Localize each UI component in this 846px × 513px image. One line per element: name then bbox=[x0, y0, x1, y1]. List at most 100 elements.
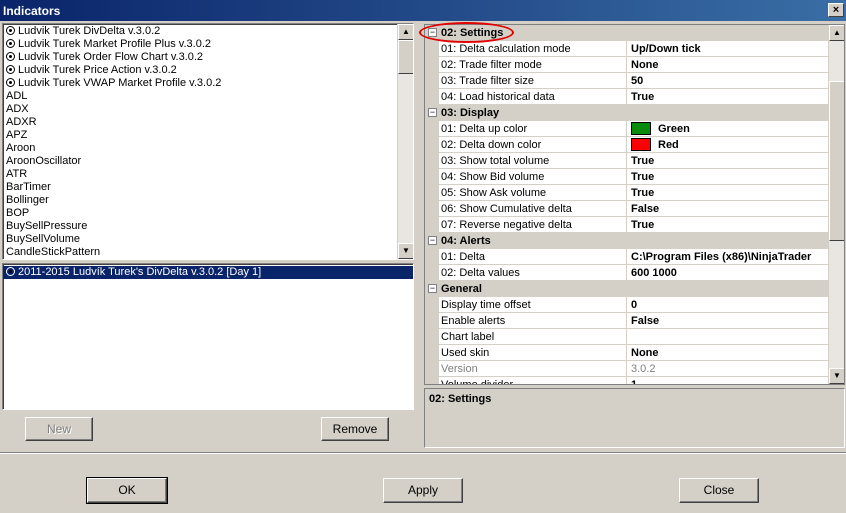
applied-indicator-list[interactable]: 2011-2015 Ludvík Turek's DivDelta v.3.0.… bbox=[2, 263, 414, 410]
scroll-up-icon[interactable]: ▲ bbox=[398, 24, 413, 40]
property-value[interactable]: True bbox=[627, 169, 829, 185]
list-item[interactable]: AroonOscillator bbox=[3, 155, 413, 168]
property-value[interactable]: 600 1000 bbox=[627, 265, 829, 281]
property-row[interactable]: 04: Show Bid volume True bbox=[425, 169, 829, 185]
property-category[interactable]: −03: Display bbox=[425, 105, 829, 121]
list-item[interactable]: ADL bbox=[3, 90, 413, 103]
property-value[interactable]: True bbox=[627, 185, 829, 201]
scroll-up-icon[interactable]: ▲ bbox=[829, 25, 844, 41]
property-value-text: None bbox=[631, 347, 659, 359]
property-row[interactable]: 03: Trade filter size 50 bbox=[425, 73, 829, 89]
property-value-text: True bbox=[631, 155, 655, 167]
property-value[interactable]: C:\Program Files (x86)\NinjaTrader bbox=[627, 249, 829, 265]
property-value-text: 0 bbox=[631, 299, 638, 311]
property-value[interactable] bbox=[627, 329, 829, 345]
property-value[interactable]: True bbox=[627, 217, 829, 233]
property-row[interactable]: 06: Show Cumulative delta False bbox=[425, 201, 829, 217]
property-name: 01: Delta up color bbox=[425, 121, 627, 137]
scroll-thumb[interactable] bbox=[398, 40, 413, 74]
property-row[interactable]: 03: Show total volume True bbox=[425, 153, 829, 169]
collapse-icon[interactable]: − bbox=[428, 284, 437, 293]
remove-button[interactable]: Remove bbox=[321, 417, 389, 441]
property-value[interactable]: False bbox=[627, 313, 829, 329]
new-button[interactable]: New bbox=[25, 417, 93, 441]
property-category[interactable]: − General bbox=[425, 281, 829, 297]
list-item[interactable]: Ludvik Turek Price Action v.3.0.2 bbox=[3, 64, 413, 77]
property-value[interactable]: Up/Down tick bbox=[627, 41, 829, 57]
list-item[interactable]: Ludvik Turek Market Profile Plus v.3.0.2 bbox=[3, 38, 413, 51]
property-value[interactable]: Red bbox=[627, 137, 829, 153]
list-item[interactable]: CandleStickPattern bbox=[3, 246, 413, 259]
apply-button[interactable]: Apply bbox=[383, 478, 463, 503]
list-item-label: Ludvik Turek VWAP Market Profile v.3.0.2 bbox=[18, 77, 222, 89]
indicator-list-scrollbar[interactable]: ▲ ▼ bbox=[397, 24, 413, 259]
property-row[interactable]: 02: Delta down color Red bbox=[425, 137, 829, 153]
list-item[interactable]: ADX bbox=[3, 103, 413, 116]
property-row[interactable]: 01: Delta C:\Program Files (x86)\NinjaTra… bbox=[425, 249, 829, 265]
category-label: 02: Settings bbox=[441, 27, 504, 39]
property-name: Used skin bbox=[425, 345, 627, 361]
property-row[interactable]: Enable alerts False bbox=[425, 313, 829, 329]
property-value-text: Red bbox=[658, 139, 679, 151]
close-button[interactable]: Close bbox=[679, 478, 759, 503]
list-item[interactable]: Ludvik Turek VWAP Market Profile v.3.0.2 bbox=[3, 77, 413, 90]
property-value[interactable]: None bbox=[627, 345, 829, 361]
property-value[interactable]: None bbox=[627, 57, 829, 73]
property-row[interactable]: Version 3.0.2 bbox=[425, 361, 829, 377]
indicator-icon bbox=[6, 78, 15, 87]
description-title: 02: Settings bbox=[429, 393, 492, 405]
property-value[interactable]: True bbox=[627, 153, 829, 169]
applied-list-item[interactable]: 2011-2015 Ludvík Turek's DivDelta v.3.0.… bbox=[3, 266, 413, 279]
property-name: Version bbox=[425, 361, 627, 377]
property-value[interactable]: 0 bbox=[627, 297, 829, 313]
property-row[interactable]: 07: Reverse negative delta True bbox=[425, 217, 829, 233]
property-value-text: True bbox=[631, 171, 655, 183]
collapse-icon[interactable]: − bbox=[428, 236, 437, 245]
property-row[interactable]: 01: Delta up color Green bbox=[425, 121, 829, 137]
property-value[interactable]: 3.0.2 bbox=[627, 361, 829, 377]
property-row[interactable]: 01: Delta calculation mode Up/Down tick bbox=[425, 41, 829, 57]
list-item-label: BuySellPressure bbox=[6, 220, 88, 232]
list-item[interactable]: BarTimer bbox=[3, 181, 413, 194]
property-value-text: False bbox=[631, 315, 660, 327]
list-item[interactable]: ATR bbox=[3, 168, 413, 181]
collapse-icon[interactable]: − bbox=[428, 108, 437, 117]
list-item[interactable]: BuySellVolume bbox=[3, 233, 413, 246]
property-row[interactable]: 04: Load historical data True bbox=[425, 89, 829, 105]
property-value[interactable]: True bbox=[627, 89, 829, 105]
list-item[interactable]: BuySellPressure bbox=[3, 220, 413, 233]
list-item-label: ADL bbox=[6, 90, 28, 102]
property-category[interactable]: −02: Settings bbox=[425, 25, 829, 41]
property-row[interactable]: Chart label bbox=[425, 329, 829, 345]
property-category[interactable]: −04: Alerts bbox=[425, 233, 829, 249]
scroll-down-icon[interactable]: ▼ bbox=[398, 243, 413, 259]
property-row[interactable]: 02: Delta values 600 1000 bbox=[425, 265, 829, 281]
property-grid-scrollbar[interactable]: ▲ ▼ bbox=[828, 25, 844, 384]
indicator-icon bbox=[6, 52, 15, 61]
property-value[interactable]: 1 bbox=[627, 377, 829, 384]
property-row[interactable]: Used skin None bbox=[425, 345, 829, 361]
scroll-down-icon[interactable]: ▼ bbox=[829, 368, 844, 384]
list-item-label: BarTimer bbox=[6, 181, 51, 193]
list-item[interactable]: BOP bbox=[3, 207, 413, 220]
list-item[interactable]: Ludvik Turek DivDelta v.3.0.2 bbox=[3, 25, 413, 38]
list-item[interactable]: ADXR bbox=[3, 116, 413, 129]
property-row[interactable]: Volume divider 1 bbox=[425, 377, 829, 384]
list-item[interactable]: Bollinger bbox=[3, 194, 413, 207]
property-row[interactable]: 02: Trade filter mode None bbox=[425, 57, 829, 73]
scroll-thumb[interactable] bbox=[829, 81, 844, 241]
property-value[interactable]: False bbox=[627, 201, 829, 217]
close-window-icon[interactable]: × bbox=[828, 3, 844, 17]
indicator-list[interactable]: Ludvik Turek DivDelta v.3.0.2 Ludvik Ture… bbox=[2, 23, 414, 260]
property-value[interactable]: Green bbox=[627, 121, 829, 137]
property-row[interactable]: Display time offset 0 bbox=[425, 297, 829, 313]
property-row[interactable]: 05: Show Ask volume True bbox=[425, 185, 829, 201]
collapse-icon[interactable]: − bbox=[428, 28, 437, 37]
list-item[interactable]: APZ bbox=[3, 129, 413, 142]
property-grid[interactable]: −02: Settings 01: Delta calculation mode U… bbox=[424, 24, 845, 385]
list-item-label: APZ bbox=[6, 129, 28, 141]
list-item[interactable]: Ludvik Turek Order Flow Chart v.3.0.2 bbox=[3, 51, 413, 64]
property-value[interactable]: 50 bbox=[627, 73, 829, 89]
list-item[interactable]: Aroon bbox=[3, 142, 413, 155]
ok-button[interactable]: OK bbox=[86, 477, 168, 504]
